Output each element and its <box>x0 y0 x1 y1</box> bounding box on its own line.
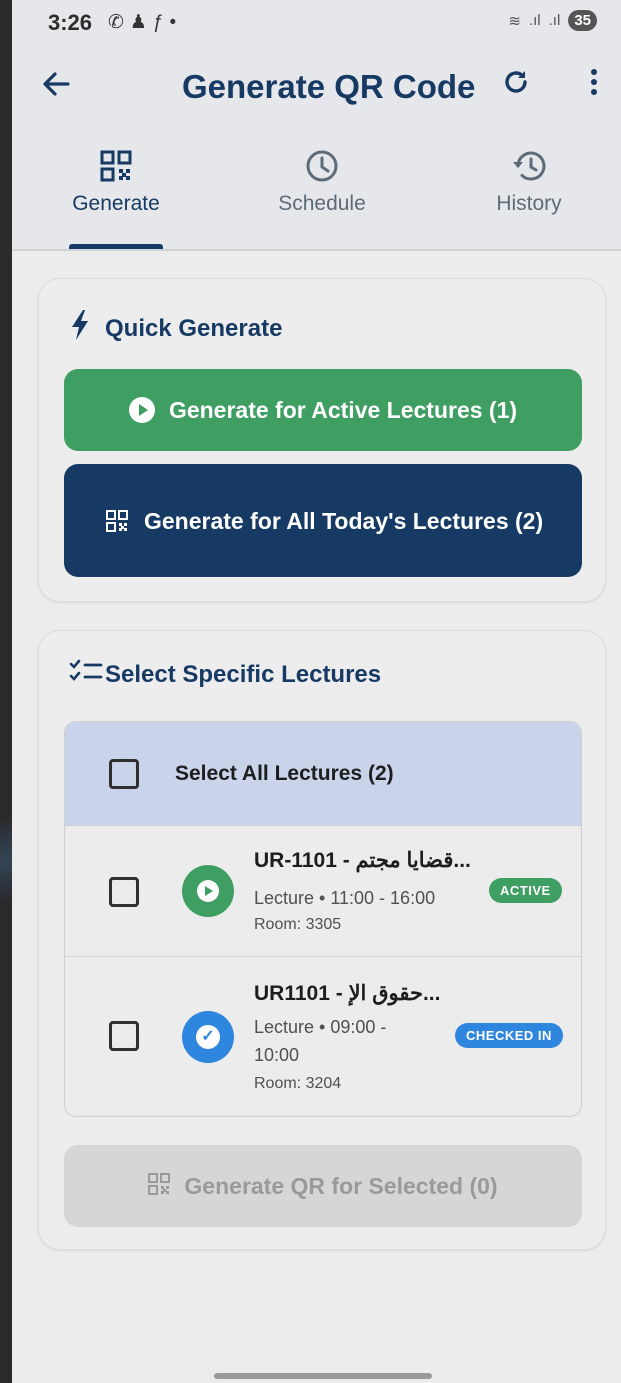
bolt-icon <box>69 309 105 348</box>
back-arrow-icon[interactable] <box>40 68 80 108</box>
tab-generate[interactable]: Generate <box>36 146 196 216</box>
lecture-meta: Lecture • 09:00 - 10:00 <box>254 1017 387 1065</box>
snapchat-icon: ♟ <box>129 12 147 33</box>
play-circle-icon <box>128 397 155 423</box>
tab-label: Generate <box>72 192 160 215</box>
list-item[interactable]: ✓ UR1101 - حقوق الإ... Lecture • 09:00 -… <box>65 957 581 1116</box>
generate-selected-button[interactable]: Generate QR for Selected (0) <box>64 1145 582 1227</box>
select-all-row[interactable]: Select All Lectures (2) <box>65 722 581 826</box>
page-title: Generate QR Code <box>182 68 476 105</box>
select-all-checkbox[interactable] <box>109 759 139 789</box>
button-label: Generate QR for Selected (0) <box>184 1172 498 1199</box>
app-bar: Generate QR Code <box>12 60 621 116</box>
history-icon <box>449 146 609 186</box>
system-icons: ≋ .ıl .ıl 35 <box>508 10 597 31</box>
generate-all-today-button[interactable]: Generate for All Today's Lectures (2) <box>64 464 582 577</box>
qr-code-icon <box>36 146 196 186</box>
lecture-room: Room: 3204 <box>254 1075 342 1092</box>
tab-history[interactable]: History <box>449 146 609 216</box>
quick-generate-header: Quick Generate <box>69 309 282 348</box>
checklist-icon <box>69 659 105 690</box>
tab-bar: Generate Schedule History <box>12 146 621 250</box>
whatsapp-icon: ✆ <box>108 12 124 33</box>
background-edge <box>0 0 12 1383</box>
facebook-icon: ƒ <box>152 11 164 33</box>
list-item[interactable]: UR-1101 - قضايا مجتم... Lecture • 11:00 … <box>65 826 581 957</box>
signal-icon-2: .ıl <box>548 12 561 29</box>
tab-label: Schedule <box>278 192 366 215</box>
status-badge: ACTIVE <box>489 878 562 903</box>
section-title: Quick Generate <box>105 314 283 342</box>
lecture-room: Room: 3305 <box>254 916 342 933</box>
status-badge: CHECKED IN <box>455 1023 563 1048</box>
tab-schedule[interactable]: Schedule <box>242 146 402 216</box>
clock-icon <box>242 146 402 186</box>
lecture-title: UR1101 - حقوق الإ... <box>254 982 441 1005</box>
battery-indicator: 35 <box>568 10 597 31</box>
button-label: Generate for All Today's Lectures (2) <box>144 507 544 534</box>
button-label: Generate for Active Lectures (1) <box>168 396 518 423</box>
signal-icon: .ıl <box>528 12 541 29</box>
select-specific-header: Select Specific Lectures <box>69 659 381 690</box>
qr-code-icon <box>106 509 144 532</box>
more-options-icon[interactable] <box>578 66 610 110</box>
check-status-icon: ✓ <box>182 1011 234 1063</box>
phone-screen: 3:26 ✆ ♟ ƒ • ≋ .ıl .ıl 35 Generate QR Co… <box>12 0 621 1383</box>
lecture-title: UR-1101 - قضايا مجتم... <box>254 849 471 872</box>
home-indicator[interactable] <box>214 1373 432 1379</box>
dot-icon: • <box>169 11 177 33</box>
notification-icons: ✆ ♟ ƒ • <box>108 11 176 34</box>
lecture-meta: Lecture • 11:00 - 16:00 <box>254 888 436 908</box>
lecture-checkbox[interactable] <box>109 877 139 907</box>
generate-active-button[interactable]: Generate for Active Lectures (1) <box>64 369 582 451</box>
lecture-checkbox[interactable] <box>109 1021 139 1051</box>
section-title: Select Specific Lectures <box>105 660 382 688</box>
tab-label: History <box>496 192 562 215</box>
lecture-list: Select All Lectures (2) UR-1101 - قضايا … <box>64 721 582 1117</box>
select-all-label: Select All Lectures (2) <box>175 762 394 785</box>
status-time: 3:26 <box>48 10 93 35</box>
select-specific-card: Select Specific Lectures Select All Lect… <box>38 630 606 1250</box>
qr-code-icon <box>148 1172 171 1200</box>
status-bar: 3:26 ✆ ♟ ƒ • ≋ .ıl .ıl 35 <box>12 0 621 50</box>
play-status-icon <box>182 865 234 917</box>
tab-divider <box>12 249 621 251</box>
wifi-icon: ≋ <box>508 12 521 30</box>
quick-generate-card: Quick Generate Generate for Active Lectu… <box>38 278 606 602</box>
refresh-icon[interactable] <box>496 66 536 106</box>
